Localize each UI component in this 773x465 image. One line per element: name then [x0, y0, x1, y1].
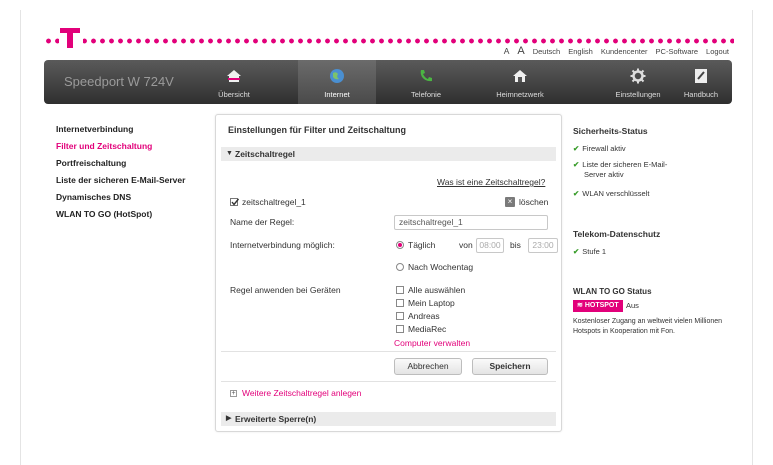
- telekom-logo[interactable]: [59, 24, 83, 50]
- security-item: ✔ Liste der sicheren E-Mail-Server aktiv: [573, 160, 668, 179]
- hotspot-description: Kostenloser Zugang an weltweit vielen Mi…: [573, 318, 723, 335]
- sidebar-item-email-server[interactable]: Liste der sicheren E-Mail-Server: [56, 175, 185, 185]
- weekday-radio[interactable]: [396, 263, 404, 271]
- help-link[interactable]: Was ist eine Zeitschaltregel?: [437, 177, 545, 187]
- sidebar-item-internetverbindung[interactable]: Internetverbindung: [56, 124, 185, 134]
- from-label: von: [459, 240, 473, 250]
- logout-link[interactable]: Logout: [706, 47, 729, 56]
- device-label-mediarec: MediaRec: [408, 324, 447, 334]
- wlan-to-go-title: WLAN TO GO Status: [573, 287, 652, 296]
- delete-icon[interactable]: ×: [505, 197, 515, 207]
- lang-english-link[interactable]: English: [568, 47, 593, 56]
- check-icon: ✔: [573, 189, 580, 198]
- phone-icon: [420, 70, 432, 82]
- sidebar-item-dyndns[interactable]: Dynamisches DNS: [56, 192, 185, 202]
- security-item: ✔ WLAN verschlüsselt: [573, 189, 650, 198]
- nav-label: Heimnetzwerk: [496, 90, 544, 99]
- connection-label: Internetverbindung möglich:: [230, 240, 335, 250]
- section-label: Zeitschaltregel: [235, 149, 295, 159]
- panel-title: Einstellungen für Filter und Zeitschaltu…: [228, 125, 407, 135]
- main-navbar: Speedport W 724V Übersicht Internet Tele…: [44, 60, 732, 104]
- nav-label: Telefonie: [410, 90, 442, 99]
- rule-enable-checkbox[interactable]: [230, 198, 239, 206]
- home-icon: [227, 70, 241, 82]
- daily-radio[interactable]: [396, 241, 404, 249]
- from-time-input[interactable]: 08:00: [476, 238, 504, 253]
- device-checkbox-all[interactable]: [396, 286, 404, 294]
- font-large-link[interactable]: A: [517, 45, 524, 57]
- check-icon: [231, 198, 239, 206]
- nav-handbuch[interactable]: Handbuch: [674, 60, 728, 104]
- privacy-title: Telekom-Datenschutz: [573, 229, 661, 239]
- lang-deutsch-link[interactable]: Deutsch: [533, 47, 561, 56]
- rule-name-label: Name der Regel:: [230, 217, 295, 227]
- divider: [221, 351, 556, 352]
- device-label-all: Alle auswählen: [408, 285, 466, 295]
- top-links: A A Deutsch English Kundencenter PC-Soft…: [504, 45, 729, 57]
- devices-label: Regel anwenden bei Geräten: [230, 285, 341, 295]
- section-erweiterte-sperren[interactable]: ▶ Erweiterte Sperre(n): [221, 412, 556, 426]
- sidebar-item-filter-zeitschaltung[interactable]: Filter und Zeitschaltung: [56, 141, 185, 151]
- settings-panel: Einstellungen für Filter und Zeitschaltu…: [215, 114, 562, 432]
- font-small-link[interactable]: A: [504, 46, 510, 56]
- add-rule-link[interactable]: Weitere Zeitschaltregel anlegen: [242, 388, 361, 398]
- rule-name-input[interactable]: zeitschaltregel_1: [394, 215, 548, 230]
- device-checkbox-mediarec[interactable]: [396, 325, 404, 333]
- sidebar-menu: Internetverbindung Filter und Zeitschalt…: [56, 124, 185, 226]
- book-icon: [695, 69, 707, 83]
- daily-label: Täglich: [408, 240, 436, 250]
- weekday-label: Nach Wochentag: [408, 262, 474, 272]
- nav-heimnetzwerk[interactable]: Heimnetzwerk: [484, 60, 556, 104]
- pc-software-link[interactable]: PC-Software: [656, 47, 699, 56]
- security-status-title: Sicherheits-Status: [573, 126, 648, 136]
- nav-einstellungen[interactable]: Einstellungen: [610, 60, 666, 104]
- hotspot-badge[interactable]: ≋ HOTSPOT: [573, 300, 623, 312]
- nav-uebersicht[interactable]: Übersicht: [204, 60, 264, 104]
- sidebar-item-wlan-to-go[interactable]: WLAN TO GO (HotSpot): [56, 209, 185, 219]
- nav-label: Internet: [324, 90, 350, 99]
- nav-label: Übersicht: [218, 90, 250, 99]
- to-label: bis: [510, 240, 521, 250]
- plus-icon[interactable]: +: [230, 390, 237, 397]
- check-icon: ✔: [573, 247, 580, 256]
- section-label: Erweiterte Sperre(n): [235, 414, 317, 424]
- gear-icon: [630, 68, 646, 84]
- divider: [221, 381, 556, 382]
- section-zeitschaltregel[interactable]: ▼ Zeitschaltregel: [221, 147, 556, 161]
- nav-label: Handbuch: [683, 90, 719, 99]
- check-icon: ✔: [573, 144, 580, 153]
- device-label-andreas: Andreas: [408, 311, 440, 321]
- save-button[interactable]: Speichern: [472, 358, 548, 375]
- chevron-down-icon: ▼: [226, 150, 233, 157]
- nav-internet[interactable]: Internet: [298, 60, 376, 104]
- to-time-input[interactable]: 23:00: [528, 238, 558, 253]
- cancel-button[interactable]: Abbrechen: [394, 358, 462, 375]
- model-name: Speedport W 724V: [64, 74, 174, 89]
- device-checkbox-andreas[interactable]: [396, 312, 404, 320]
- nav-label: Einstellungen: [615, 90, 661, 99]
- globe-icon: [330, 69, 344, 83]
- hotspot-status: Aus: [626, 301, 639, 310]
- rule-checkbox-label: zeitschaltregel_1: [242, 197, 306, 207]
- kundencenter-link[interactable]: Kundencenter: [601, 47, 648, 56]
- brand-dot-line: [44, 38, 734, 44]
- check-icon: ✔: [573, 160, 580, 169]
- nav-telefonie[interactable]: Telefonie: [396, 60, 456, 104]
- manage-computers-link[interactable]: Computer verwalten: [394, 338, 470, 348]
- security-item: ✔ Firewall aktiv: [573, 144, 626, 153]
- house-network-icon: [513, 70, 527, 82]
- privacy-item: ✔ Stufe 1: [573, 247, 607, 256]
- wifi-icon: ≋: [577, 302, 585, 309]
- device-checkbox-laptop[interactable]: [396, 299, 404, 307]
- device-label-laptop: Mein Laptop: [408, 298, 455, 308]
- delete-link[interactable]: löschen: [519, 197, 548, 207]
- chevron-right-icon: ▶: [226, 415, 232, 422]
- sidebar-item-portfreischaltung[interactable]: Portfreischaltung: [56, 158, 185, 168]
